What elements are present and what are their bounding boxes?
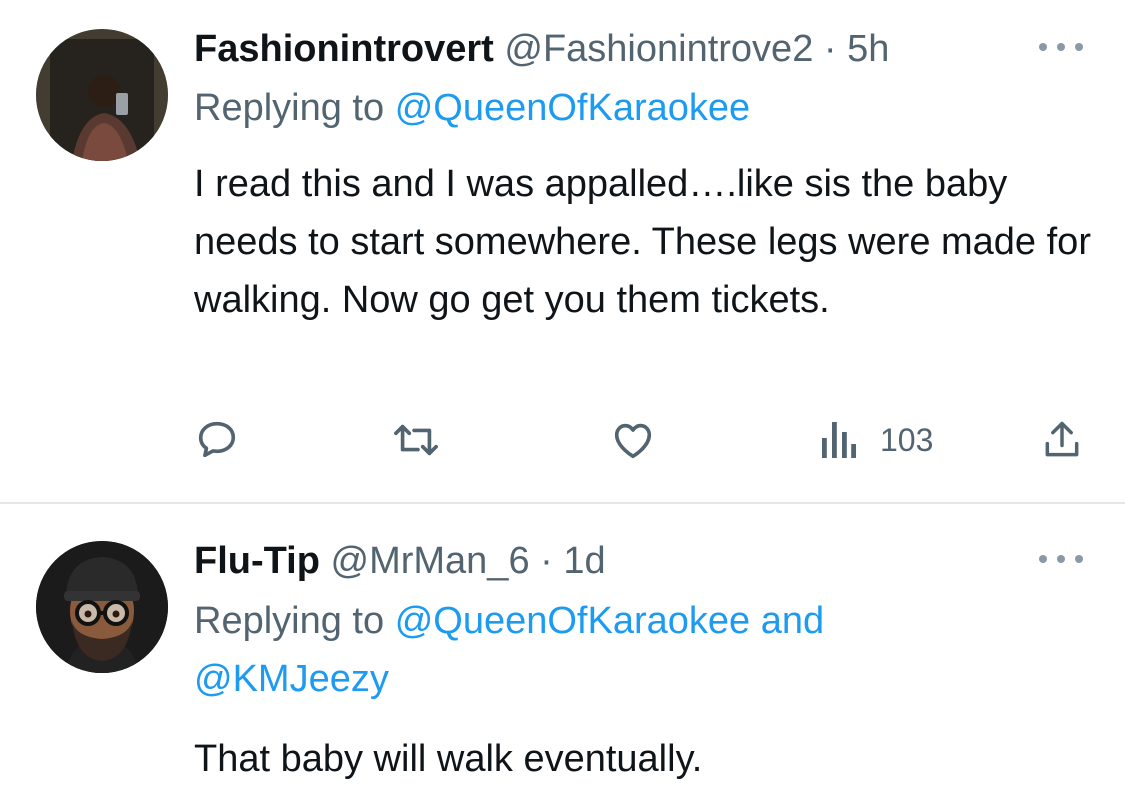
- more-icon[interactable]: [1039, 552, 1083, 566]
- like-icon: [614, 423, 652, 459]
- views-count: 103: [880, 421, 934, 458]
- tweet-time[interactable]: · 1d: [540, 540, 605, 582]
- tweet[interactable]: Fashionintrovert @Fashionintrove2 · 5h R…: [0, 0, 1125, 504]
- tweet-text: I read this and I was appalled….like sis…: [194, 163, 1091, 321]
- mention-link[interactable]: @QueenOfKaraokee: [395, 87, 750, 129]
- tweet-text: That baby will walk eventually.: [194, 738, 703, 780]
- author-name[interactable]: Fashionintrovert: [194, 28, 494, 70]
- views-button[interactable]: 103: [820, 410, 933, 470]
- avatar-photo: [36, 29, 168, 161]
- share-button[interactable]: [1040, 410, 1084, 470]
- avatar[interactable]: [36, 29, 168, 161]
- mention-link[interactable]: @KMJeezy: [194, 658, 389, 700]
- replying-prefix: Replying to: [194, 600, 385, 642]
- retweet-icon: [394, 424, 438, 456]
- tweet-time[interactable]: · 5h: [824, 28, 889, 70]
- reply-button[interactable]: [194, 410, 240, 470]
- replying-and[interactable]: and: [761, 600, 824, 642]
- tweet-header: Fashionintrovert @Fashionintrove2 · 5h: [194, 25, 889, 73]
- tweet[interactable]: Flu-Tip @MrMan_6 · 1d Replying to @Queen…: [0, 504, 1125, 803]
- author-handle[interactable]: @Fashionintrove2: [504, 28, 813, 70]
- share-icon: [1045, 421, 1079, 457]
- author-handle[interactable]: @MrMan_6: [331, 540, 530, 582]
- avatar[interactable]: [36, 541, 168, 673]
- retweet-button[interactable]: [390, 410, 442, 470]
- replying-prefix: Replying to: [194, 87, 385, 129]
- views-icon: [822, 422, 856, 458]
- author-name[interactable]: Flu-Tip: [194, 540, 320, 582]
- replying-to: Replying to @QueenOfKaraokee: [194, 79, 1074, 137]
- replying-to: Replying to @QueenOfKaraokee and @KMJeez…: [194, 592, 1074, 708]
- avatar-memoji: [36, 541, 168, 673]
- more-icon[interactable]: [1039, 40, 1083, 54]
- reply-icon: [198, 421, 236, 458]
- mention-link[interactable]: @QueenOfKaraokee: [395, 600, 750, 642]
- tweet-header: Flu-Tip @MrMan_6 · 1d: [194, 537, 606, 585]
- tweet-actions: 103: [194, 410, 1094, 470]
- like-button[interactable]: [610, 410, 656, 470]
